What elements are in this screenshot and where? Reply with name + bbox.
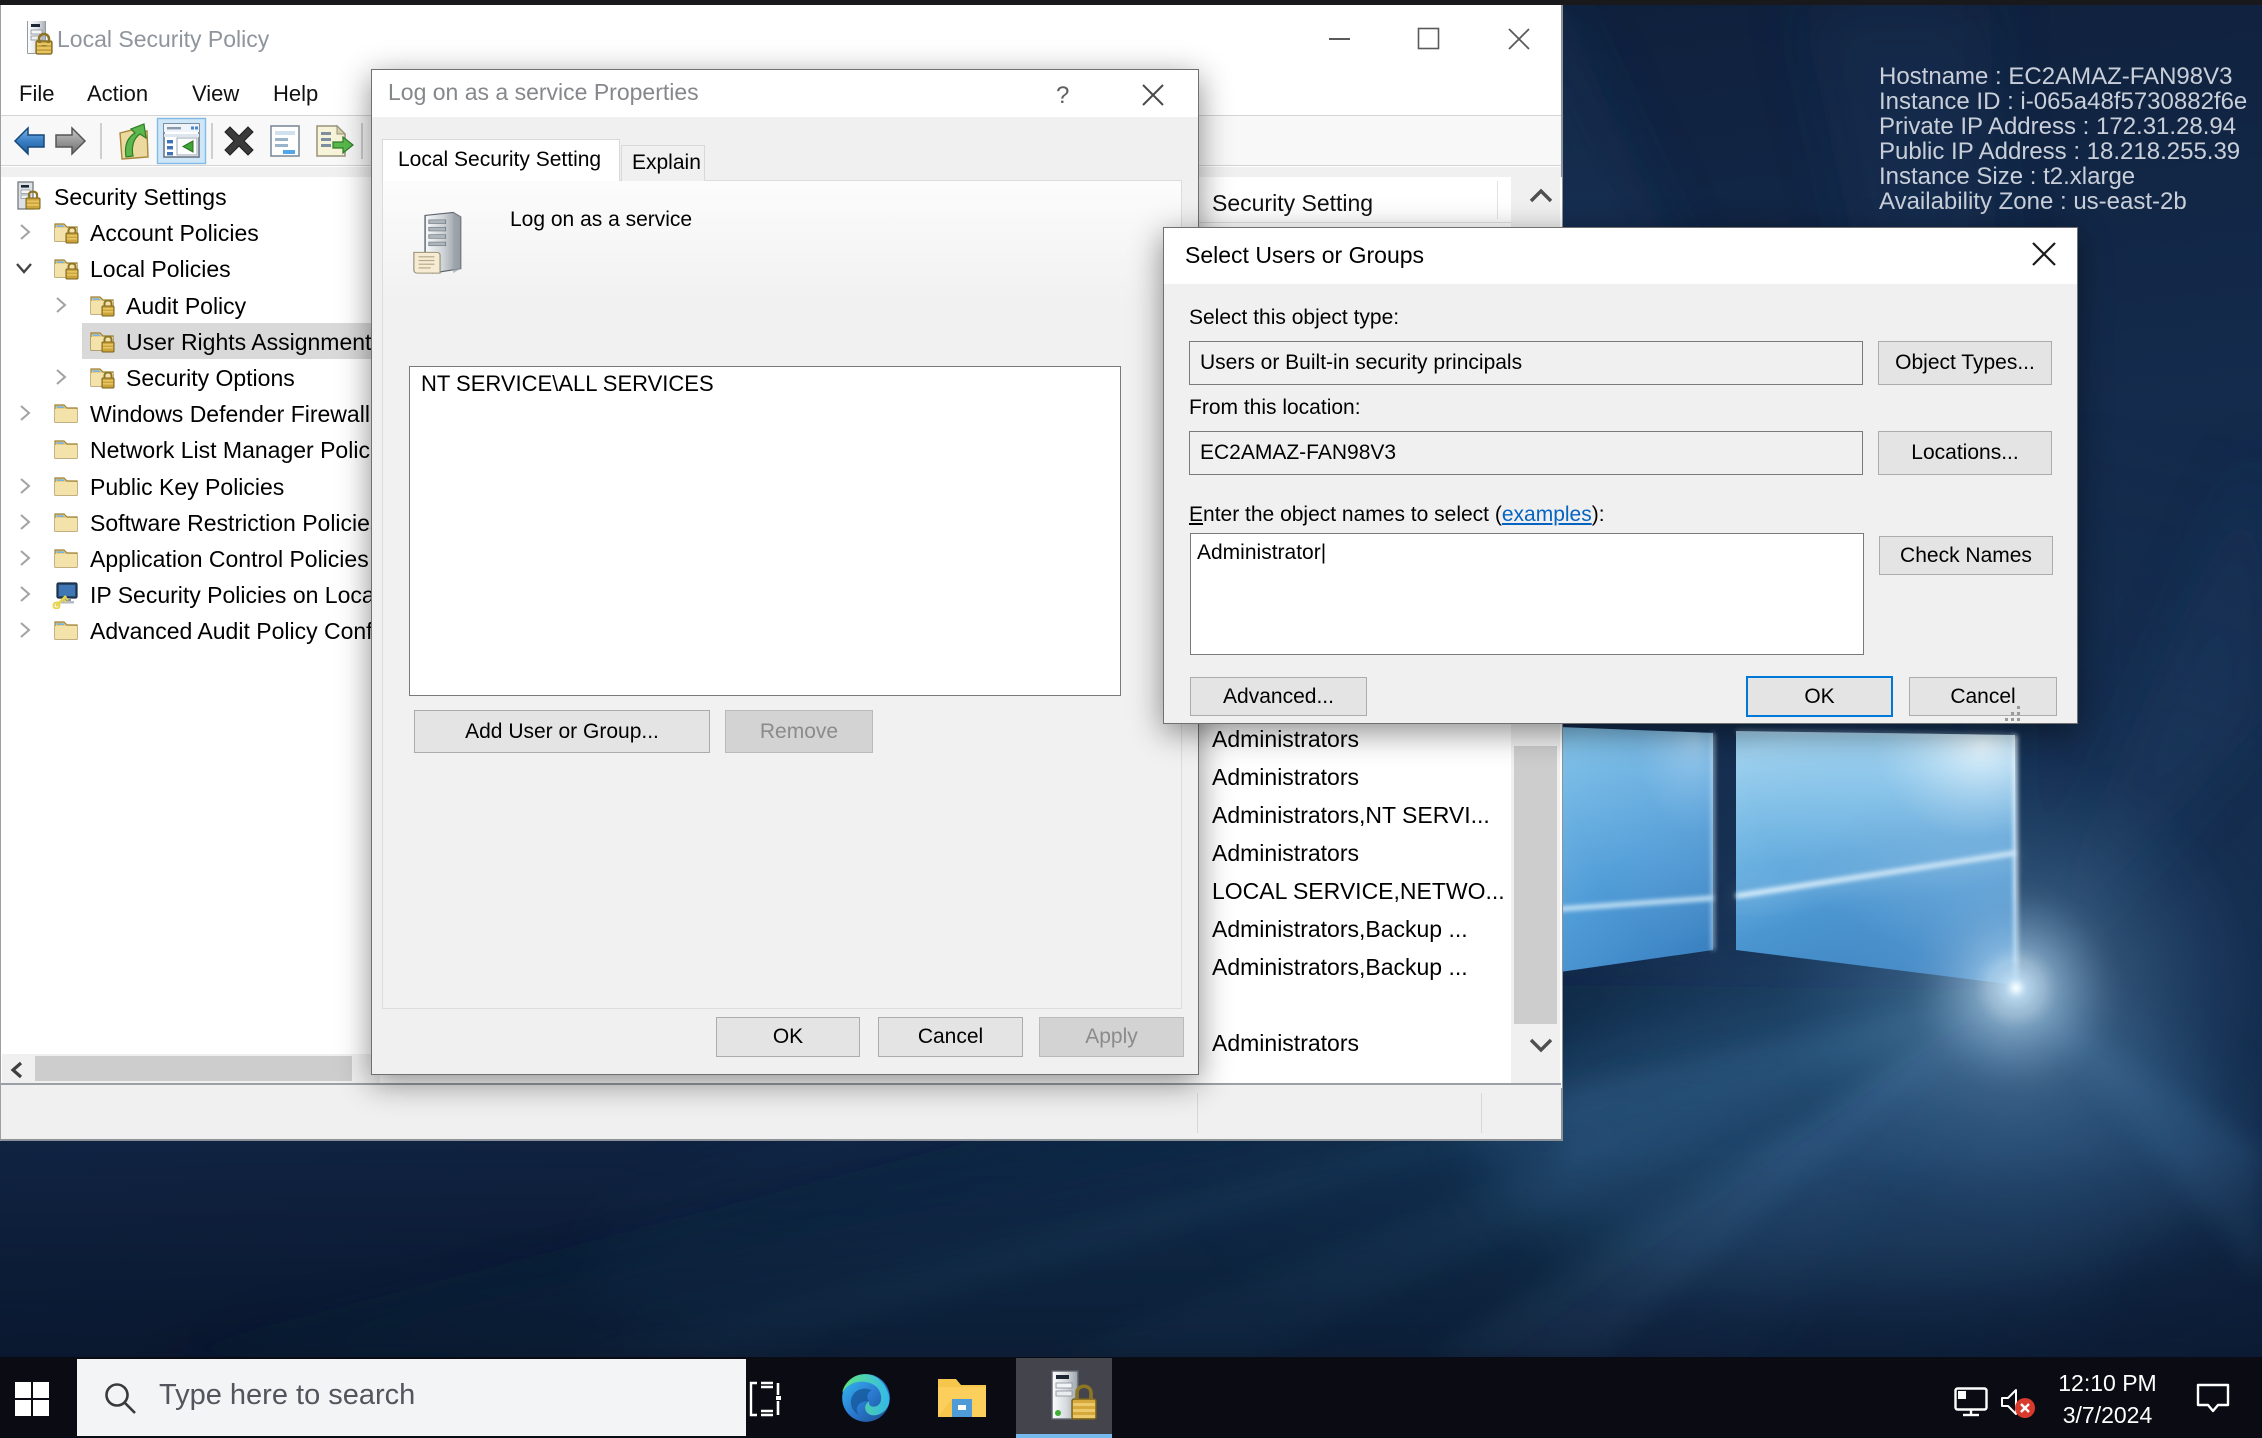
svg-text:?: ? — [1056, 82, 1069, 109]
